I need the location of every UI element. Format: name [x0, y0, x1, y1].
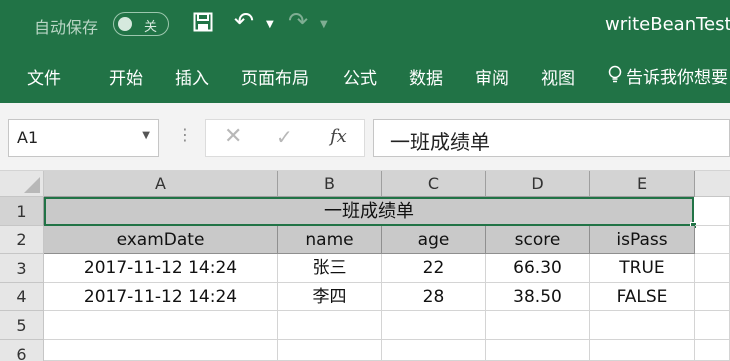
chevron-down-icon[interactable]: ▼: [142, 130, 150, 141]
redo-icon[interactable]: ↷: [288, 9, 308, 33]
cell-d6[interactable]: [486, 340, 590, 361]
column-header-d[interactable]: D: [486, 171, 590, 197]
cell-name[interactable]: 张三: [278, 254, 382, 283]
tab-formulas[interactable]: 公式: [343, 64, 377, 89]
row-header-5[interactable]: 5: [0, 311, 44, 340]
cell-d5[interactable]: [486, 311, 590, 340]
insert-function-icon[interactable]: fx: [330, 126, 347, 147]
name-box-value: A1: [17, 128, 39, 147]
cell-name[interactable]: 李四: [278, 283, 382, 311]
tab-home[interactable]: 开始: [109, 64, 143, 89]
formula-input[interactable]: 一班成绩单: [373, 119, 730, 157]
cell-a5[interactable]: [44, 311, 278, 340]
column-header-b[interactable]: B: [278, 171, 382, 197]
merged-title-cell[interactable]: 一班成绩单: [44, 197, 694, 226]
cell-exam-date[interactable]: 2017-11-12 14:24: [44, 283, 278, 311]
cell-score[interactable]: 38.50: [486, 283, 590, 311]
cell-b5[interactable]: [278, 311, 382, 340]
select-all-corner[interactable]: [0, 171, 44, 197]
column-header-empty: [695, 171, 730, 197]
autosave-toggle[interactable]: 关: [113, 12, 169, 36]
cell-e6[interactable]: [590, 340, 695, 361]
select-all-triangle-icon: [24, 177, 40, 193]
undo-icon[interactable]: ↶: [234, 9, 254, 33]
header-cell-is-pass[interactable]: isPass: [590, 226, 695, 254]
autosave-state: 关: [144, 20, 158, 35]
drag-handle-icon[interactable]: ⋮: [177, 125, 193, 144]
cell-c5[interactable]: [382, 311, 486, 340]
cell-f5[interactable]: [695, 311, 730, 340]
title-bar: 自动保存 关 ↶ ▼ ↷ ▼ writeBeanTest.: [0, 0, 730, 50]
autosave-label: 自动保存: [34, 18, 99, 37]
column-header-a[interactable]: A: [44, 171, 278, 197]
lightbulb-icon: [608, 65, 622, 88]
name-box[interactable]: A1 ▼: [8, 119, 159, 157]
redo-dropdown-icon[interactable]: ▼: [320, 13, 328, 37]
cell-age[interactable]: 22: [382, 254, 486, 283]
cell-f2[interactable]: [695, 226, 730, 254]
row-header-2[interactable]: 2: [0, 226, 44, 254]
tab-page-layout[interactable]: 页面布局: [241, 64, 309, 89]
formula-tools: ✕ ✓ fx: [205, 119, 365, 157]
tab-insert[interactable]: 插入: [175, 64, 209, 89]
header-cell-exam-date[interactable]: examDate: [44, 226, 278, 254]
tab-view[interactable]: 视图: [541, 64, 575, 89]
header-cell-score[interactable]: score: [486, 226, 590, 254]
row-header-3[interactable]: 3: [0, 254, 44, 283]
cell-a6[interactable]: [44, 340, 278, 361]
cell-score[interactable]: 66.30: [486, 254, 590, 283]
header-cell-age[interactable]: age: [382, 226, 486, 254]
row-header-4[interactable]: 4: [0, 283, 44, 311]
cell-c6[interactable]: [382, 340, 486, 361]
cell-f1[interactable]: [695, 197, 730, 226]
spreadsheet-grid: A B C D E 1 2 3 4 5 6 一班成绩单 examDate nam…: [0, 171, 730, 361]
document-title: writeBeanTest.: [605, 14, 730, 35]
row-header-1[interactable]: 1: [0, 197, 44, 226]
cell-f4[interactable]: [695, 283, 730, 311]
column-header-c[interactable]: C: [382, 171, 486, 197]
undo-dropdown-icon[interactable]: ▼: [266, 13, 274, 37]
cell-f6[interactable]: [695, 340, 730, 361]
header-cell-name[interactable]: name: [278, 226, 382, 254]
cancel-icon[interactable]: ✕: [224, 124, 242, 149]
row-header-6[interactable]: 6: [0, 340, 44, 361]
cell-is-pass[interactable]: FALSE: [590, 283, 695, 311]
enter-check-icon[interactable]: ✓: [276, 125, 293, 149]
tell-me-search[interactable]: 告诉我你想要: [608, 63, 728, 88]
toggle-knob: [118, 17, 132, 31]
tab-data[interactable]: 数据: [409, 64, 443, 89]
cell-e5[interactable]: [590, 311, 695, 340]
column-header-e[interactable]: E: [590, 171, 695, 197]
cell-is-pass[interactable]: TRUE: [590, 254, 695, 283]
cell-b6[interactable]: [278, 340, 382, 361]
formula-bar: A1 ▼ ⋮ ✕ ✓ fx 一班成绩单: [0, 103, 730, 171]
tab-review[interactable]: 审阅: [475, 64, 509, 89]
cell-age[interactable]: 28: [382, 283, 486, 311]
formula-content: 一班成绩单: [390, 130, 490, 154]
cell-exam-date[interactable]: 2017-11-12 14:24: [44, 254, 278, 283]
tell-me-label: 告诉我你想要: [626, 68, 728, 88]
save-icon[interactable]: [193, 12, 213, 37]
ribbon-tabs: 文件 开始 插入 页面布局 公式 数据 审阅 视图 告诉我你想要: [0, 50, 730, 103]
tab-file[interactable]: 文件: [27, 64, 61, 89]
cell-f3[interactable]: [695, 254, 730, 283]
